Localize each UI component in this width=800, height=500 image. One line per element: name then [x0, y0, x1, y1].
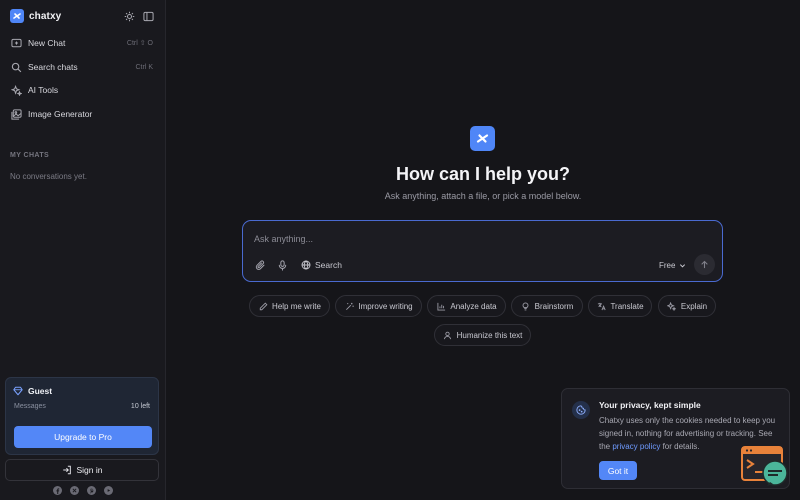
guest-header: Guest: [13, 386, 52, 396]
pinterest-icon[interactable]: [87, 486, 96, 495]
chip-explain[interactable]: Explain: [658, 295, 716, 317]
chip-label: Translate: [610, 301, 644, 311]
privacy-policy-link[interactable]: privacy policy: [612, 442, 660, 451]
cookie-icon: [572, 401, 590, 419]
chip-humanize-this-text[interactable]: Humanize this text: [434, 324, 531, 346]
sidebar-item-ai-tools[interactable]: AI Tools: [5, 80, 159, 100]
hero-subtitle: Ask anything, attach a file, or pick a m…: [384, 191, 582, 201]
chip-help-me-write[interactable]: Help me write: [249, 295, 330, 317]
chip-brainstorm[interactable]: Brainstorm: [511, 295, 583, 317]
arrow-up-icon: [700, 260, 709, 269]
sidebar-item-label: Image Generator: [28, 109, 93, 119]
shortcut-hint: Ctrl ⇧ O: [126, 40, 153, 47]
sidebar-item-label: AI Tools: [28, 85, 59, 95]
messages-row: Messages 10 left: [14, 403, 150, 410]
search-label: Search: [315, 260, 342, 270]
attach-icon[interactable]: [253, 258, 267, 272]
shortcut-hint: Ctrl K: [135, 63, 154, 71]
got-it-button[interactable]: Got it: [599, 461, 637, 480]
messages-label: Messages: [14, 403, 46, 410]
social-links: [0, 486, 166, 495]
empty-chats-text: No conversations yet.: [10, 172, 87, 181]
diamond-icon: [13, 386, 23, 396]
model-label: Free: [659, 260, 676, 270]
chip-analyze-data[interactable]: Analyze data: [427, 295, 506, 317]
brand[interactable]: chatxy: [10, 9, 61, 23]
sign-in-label: Sign in: [76, 465, 103, 475]
message-input[interactable]: [254, 232, 654, 246]
hero-logo-icon: [470, 126, 495, 151]
sidebar-item-new-chat[interactable]: New Chat Ctrl ⇧ O: [5, 33, 159, 53]
send-button[interactable]: [694, 254, 715, 275]
globe-icon: [301, 260, 311, 270]
sidebar-item-search-chats[interactable]: Search chats Ctrl K: [5, 57, 159, 77]
model-select[interactable]: Free: [659, 258, 686, 272]
chip-improve-writing[interactable]: Improve writing: [335, 295, 422, 317]
theme-toggle-icon[interactable]: [122, 9, 136, 23]
sign-in-icon: [62, 465, 72, 475]
search-icon: [10, 61, 22, 73]
my-chats-heading: MY CHATS: [10, 152, 50, 159]
messages-left: 10 left: [130, 403, 150, 410]
bar-chart-icon: [436, 301, 446, 311]
privacy-text-end: for details.: [660, 442, 700, 451]
help-chat-widget-icon[interactable]: [741, 446, 790, 487]
sidebar: chatxy New Chat Ctrl ⇧ O Search chats Ct…: [0, 0, 166, 500]
wand-icon: [344, 301, 354, 311]
chevron-down-icon: [679, 262, 686, 269]
privacy-title: Your privacy, kept simple: [599, 400, 701, 410]
sparkles-icon: [10, 84, 22, 96]
chip-translate[interactable]: Translate: [588, 295, 652, 317]
x-icon[interactable]: [70, 486, 79, 495]
sidebar-toggle-icon[interactable]: [141, 9, 155, 23]
new-chat-icon: [10, 37, 22, 49]
person-icon: [443, 330, 453, 340]
facebook-icon[interactable]: [53, 486, 62, 495]
chip-label: Help me write: [272, 301, 321, 311]
guest-plan-card: Guest Messages 10 left Upgrade to Pro: [5, 377, 159, 455]
translate-icon: [596, 301, 606, 311]
sidebar-item-label: New Chat: [28, 38, 66, 48]
guest-name: Guest: [28, 386, 53, 396]
youtube-icon[interactable]: [104, 486, 113, 495]
brand-logo-icon: [10, 9, 24, 23]
microphone-icon[interactable]: [275, 258, 289, 272]
chip-label: Analyze data: [450, 301, 497, 311]
pencil-icon: [258, 301, 268, 311]
chip-label: Brainstorm: [534, 301, 574, 311]
upgrade-to-pro-button[interactable]: Upgrade to Pro: [14, 426, 152, 448]
chip-label: Explain: [680, 301, 708, 311]
chat-composer: Search Free: [242, 220, 723, 282]
web-search-toggle[interactable]: Search: [301, 258, 342, 272]
sign-in-button[interactable]: Sign in: [5, 459, 159, 481]
image-icon: [10, 108, 22, 120]
sidebar-item-label: Search chats: [28, 62, 78, 72]
sparkles-icon: [667, 301, 677, 311]
lightbulb-icon: [521, 301, 531, 311]
sidebar-item-image-generator[interactable]: Image Generator: [5, 104, 159, 124]
hero-title: How can I help you?: [395, 164, 570, 184]
chip-label: Improve writing: [358, 301, 413, 311]
chip-label: Humanize this text: [456, 330, 523, 340]
brand-name: chatxy: [29, 10, 62, 22]
